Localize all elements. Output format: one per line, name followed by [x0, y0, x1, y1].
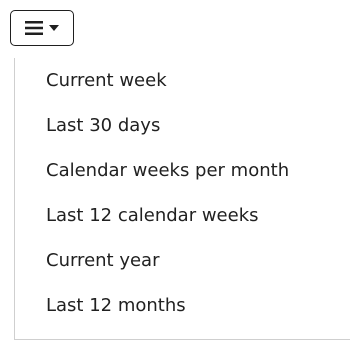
- period-selector: Current week Last 30 days Calendar weeks…: [0, 0, 350, 340]
- menu-item-last-30-days[interactable]: Last 30 days: [15, 103, 350, 148]
- period-dropdown-menu: Current week Last 30 days Calendar weeks…: [14, 58, 350, 340]
- period-options-list: Current week Last 30 days Calendar weeks…: [15, 58, 350, 328]
- menu-item-last-12-calendar-weeks[interactable]: Last 12 calendar weeks: [15, 193, 350, 238]
- menu-toggle-button[interactable]: [10, 10, 74, 46]
- caret-down-icon: [48, 24, 60, 32]
- menu-item-last-12-months[interactable]: Last 12 months: [15, 283, 350, 328]
- menu-item-calendar-weeks-per-month[interactable]: Calendar weeks per month: [15, 148, 350, 193]
- menu-item-current-year[interactable]: Current year: [15, 238, 350, 283]
- menu-item-current-week[interactable]: Current week: [15, 58, 350, 103]
- hamburger-menu-icon: [24, 19, 44, 37]
